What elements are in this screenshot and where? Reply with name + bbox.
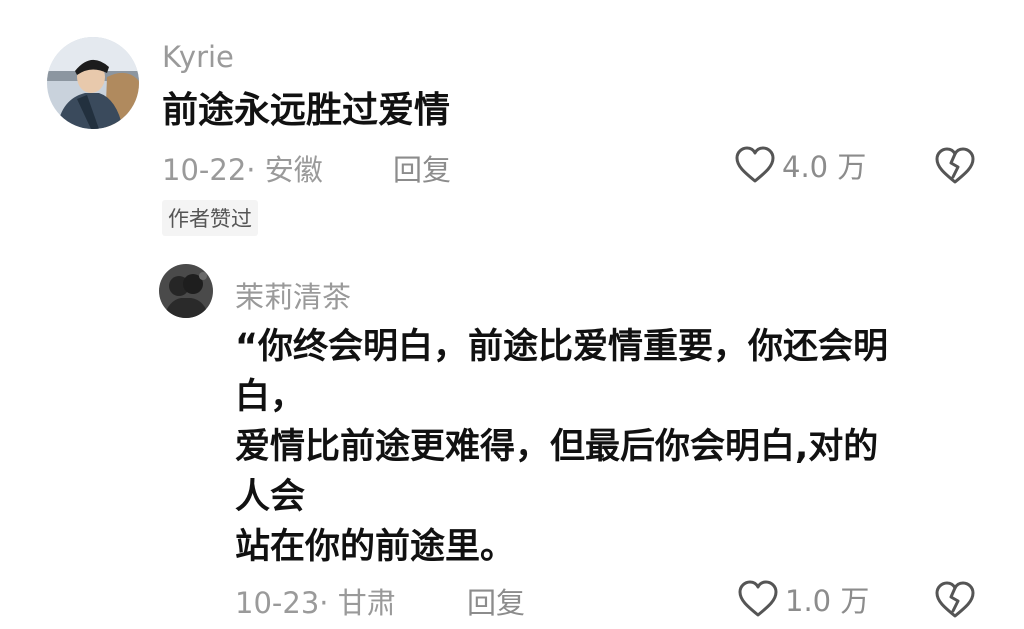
comment-date-location: 10-22· 安徽 (162, 153, 323, 187)
comment-date-location: 10-23· 甘肃 (235, 586, 396, 620)
comment-text-line: “你终会明白，前途比爱情重要，你还会明 (235, 327, 889, 367)
like-button[interactable]: 4.0 万 (734, 144, 866, 186)
comment-text: “你终会明白，前途比爱情重要，你还会明 白， 爱情比前途更难得，但最后你会明白,… (235, 322, 888, 572)
heart-icon (735, 146, 775, 183)
comment-author[interactable]: Kyrie (162, 40, 234, 74)
comment-text-line: 爱情比前途更难得，但最后你会明白,对的 (235, 427, 879, 467)
avatar-image (159, 264, 213, 318)
avatar-image (47, 37, 139, 129)
comment-text-line: 白， (235, 377, 306, 417)
avatar[interactable] (159, 264, 213, 318)
like-count: 1.0 万 (785, 584, 870, 618)
comment-text-line: 人会 (235, 477, 306, 517)
avatar[interactable] (47, 37, 139, 129)
comment-2: 茉莉清茶 “你终会明白，前途比爱情重要，你还会明 白， 爱情比前途更难得，但最后… (0, 250, 1024, 629)
dislike-button[interactable] (934, 580, 976, 624)
author-liked-badge: 作者赞过 (162, 200, 258, 236)
comment-text: 前途永远胜过爱情 (162, 90, 451, 131)
comment-author[interactable]: 茉莉清茶 (235, 274, 351, 316)
like-count: 4.0 万 (782, 150, 867, 184)
comment-text-line: 站在你的前途里。 (235, 527, 516, 567)
dislike-button[interactable] (934, 146, 976, 190)
broken-heart-icon (935, 581, 975, 618)
like-button[interactable]: 1.0 万 (737, 578, 869, 620)
heart-icon (738, 580, 778, 617)
comment-1: Kyrie 前途永远胜过爱情 10-22· 安徽 回复 4.0 万 作者赞过 (0, 0, 1024, 240)
broken-heart-icon (935, 147, 975, 184)
reply-button[interactable]: 回复 (393, 147, 451, 189)
reply-button[interactable]: 回复 (467, 580, 525, 622)
